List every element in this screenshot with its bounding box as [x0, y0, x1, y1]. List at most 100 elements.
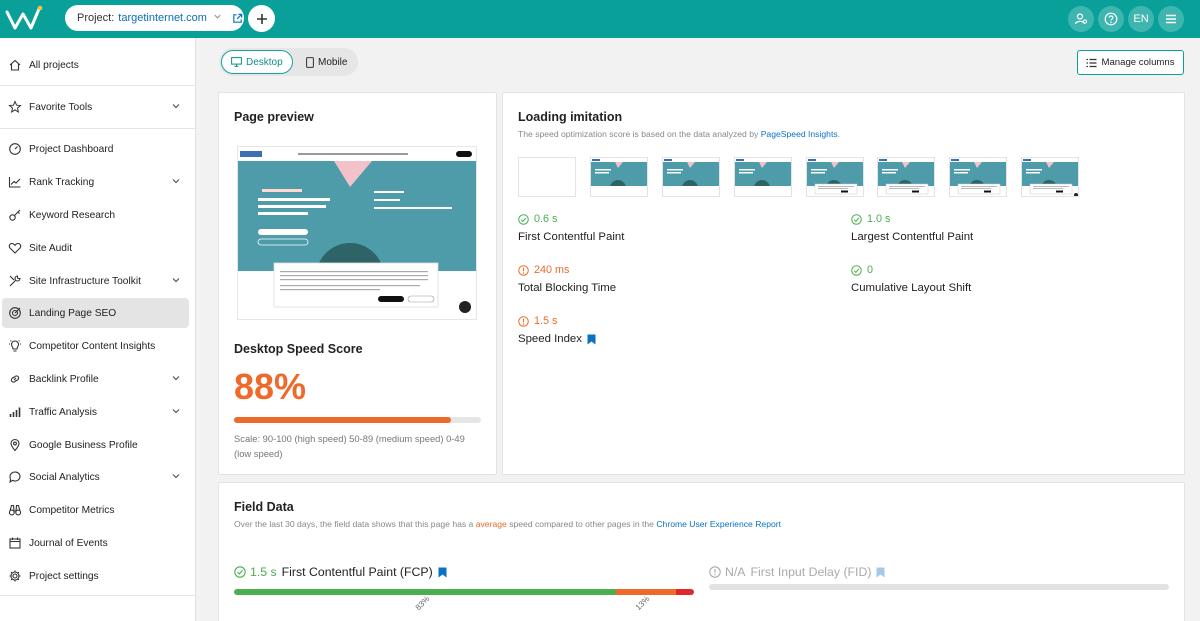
- subtitle-text: The speed optimization score is based on…: [518, 129, 759, 139]
- mobile-label: Mobile: [318, 56, 348, 68]
- loading-frame-thumbnail: [518, 157, 576, 197]
- metric-value: 0.6 s: [518, 213, 557, 225]
- field-data-title: Field Data: [234, 500, 294, 514]
- phone-icon: [306, 56, 314, 68]
- manage-columns-button[interactable]: Manage columns: [1077, 50, 1184, 75]
- metric-value-text: 1.0 s: [867, 213, 891, 225]
- sidebar-item-label: Journal of Events: [29, 537, 108, 549]
- sidebar-item-label: Rank Tracking: [29, 176, 95, 188]
- chrome-ux-report-link[interactable]: Chrome User Experience Report: [656, 519, 781, 529]
- loading-frame-thumbnail: [662, 157, 720, 197]
- check-circle-icon: [851, 213, 862, 225]
- sidebar-item-favorite-tools[interactable]: Favorite Tools: [2, 92, 189, 122]
- external-link-icon[interactable]: [232, 13, 243, 24]
- fcp-field-label: First Contentful Paint (FCP): [281, 565, 433, 579]
- add-project-button[interactable]: [248, 5, 275, 32]
- sidebar-item-backlink-profile[interactable]: Backlink Profile: [2, 364, 189, 394]
- sidebar-item-label: Landing Page SEO: [29, 307, 117, 319]
- loading-frame-thumbnail: [949, 157, 1007, 197]
- project-selector[interactable]: Project: targetinternet.com: [65, 5, 244, 31]
- metric-value: 1.0 s: [851, 213, 890, 225]
- chevron-down-icon[interactable]: [171, 373, 181, 383]
- help-icon[interactable]: [1098, 6, 1124, 32]
- chevron-down-icon[interactable]: [171, 176, 181, 186]
- chevron-down-icon[interactable]: [171, 406, 181, 416]
- loading-frame-thumbnail: [590, 157, 648, 197]
- field-data-description: Over the last 30 days, the field data sh…: [234, 519, 781, 529]
- sidebar-item-keyword-research[interactable]: Keyword Research: [2, 200, 189, 230]
- link-icon: [8, 372, 22, 386]
- metric-name: Total Blocking Time: [518, 282, 616, 294]
- loading-imitation-title: Loading imitation: [518, 110, 623, 124]
- sidebar-item-label: Competitor Content Insights: [29, 340, 156, 352]
- pagespeed-insights-link[interactable]: PageSpeed Insights: [761, 129, 838, 139]
- chevron-down-icon[interactable]: [171, 101, 181, 111]
- sidebar-item-journal-of-events[interactable]: Journal of Events: [2, 528, 189, 558]
- loading-frame-thumbnail: [877, 157, 935, 197]
- sidebar-item-label: Project settings: [29, 570, 99, 582]
- tools-icon: [8, 274, 22, 288]
- sidebar-item-all-projects[interactable]: All projects: [2, 50, 189, 80]
- chevron-down-icon[interactable]: [171, 471, 181, 481]
- bar-chart-icon: [8, 405, 22, 419]
- speed-score-fill: [234, 417, 452, 423]
- binoculars-icon: [8, 503, 22, 517]
- subtitle-suffix: .: [837, 129, 841, 139]
- sidebar-item-label: Traffic Analysis: [29, 406, 97, 418]
- sidebar-item-label: Competitor Metrics: [29, 504, 115, 516]
- metric-value-text: 0.6 s: [534, 213, 558, 225]
- sidebar-item-label: Google Business Profile: [29, 439, 138, 451]
- metric-name-text: First Contentful Paint: [518, 231, 625, 243]
- desktop-toggle[interactable]: Desktop: [221, 50, 293, 74]
- info-circle-icon: [709, 566, 721, 578]
- gear-icon: [8, 569, 22, 583]
- sidebar-item-label: All projects: [29, 59, 79, 71]
- warning-circle-icon: [518, 264, 529, 276]
- bookmark-icon[interactable]: [587, 334, 596, 345]
- chevron-down-icon[interactable]: [171, 275, 181, 285]
- sidebar-item-competitor-content-insights[interactable]: Competitor Content Insights: [2, 331, 189, 361]
- language-switch[interactable]: EN: [1128, 6, 1154, 32]
- field-desc-middle: speed compared to other pages in the: [509, 519, 654, 529]
- sidebar-item-landing-page-seo[interactable]: Landing Page SEO: [2, 298, 189, 328]
- logo-icon[interactable]: [4, 4, 44, 32]
- check-circle-icon: [518, 213, 529, 225]
- fid-field-value: N/A: [725, 565, 746, 579]
- sidebar-item-label: Social Analytics: [29, 471, 100, 483]
- fcp-field-value: 1.5 s: [250, 565, 277, 579]
- sidebar-item-site-audit[interactable]: Site Audit: [2, 233, 189, 263]
- user-settings-icon[interactable]: [1068, 6, 1094, 32]
- loading-imitation-subtitle: The speed optimization score is based on…: [518, 129, 840, 139]
- metric-name-text: Total Blocking Time: [518, 282, 617, 294]
- loading-frame-thumbnail: [1021, 157, 1079, 197]
- metric-name-text: Speed Index: [518, 333, 582, 345]
- page-preview-image[interactable]: [237, 146, 477, 320]
- sidebar-item-site-infrastructure-toolkit[interactable]: Site Infrastructure Toolkit: [2, 266, 189, 296]
- sidebar-item-label: Site Infrastructure Toolkit: [29, 275, 141, 287]
- fcp-field-row: 1.5 s First Contentful Paint (FCP): [234, 565, 447, 579]
- speed-score-scale: Scale: 90-100 (high speed) 50-89 (medium…: [234, 433, 465, 459]
- metric-value-text: 240 ms: [534, 264, 570, 276]
- mobile-toggle[interactable]: Mobile: [297, 50, 356, 74]
- sidebar-item-rank-tracking[interactable]: Rank Tracking: [2, 167, 189, 197]
- metric-name: Speed Index: [518, 333, 596, 345]
- sidebar-item-project-dashboard[interactable]: Project Dashboard: [2, 134, 189, 164]
- sidebar-item-project-settings[interactable]: Project settings: [2, 561, 189, 591]
- bulb-icon: [8, 339, 22, 353]
- home-icon: [8, 58, 22, 72]
- sidebar-item-traffic-analysis[interactable]: Traffic Analysis: [2, 397, 189, 427]
- speed-score-title: Desktop Speed Score: [234, 342, 363, 356]
- field-desc-highlight: average: [475, 519, 507, 529]
- sidebar-item-social-analytics[interactable]: Social Analytics: [2, 462, 189, 492]
- sidebar-item-label: Site Audit: [29, 242, 73, 254]
- device-toggle: Desktop Mobile: [219, 48, 358, 76]
- sidebar-item-google-business-profile[interactable]: Google Business Profile: [2, 430, 189, 460]
- fcp-poor-segment: [675, 589, 694, 595]
- sidebar-item-label: Favorite Tools: [29, 101, 93, 113]
- sidebar-item-competitor-metrics[interactable]: Competitor Metrics: [2, 495, 189, 525]
- chevron-down-icon: [213, 12, 222, 24]
- chat-bubble-icon: [8, 470, 22, 484]
- menu-icon[interactable]: [1158, 6, 1184, 32]
- bookmark-icon[interactable]: [876, 567, 885, 578]
- bookmark-icon[interactable]: [438, 567, 447, 578]
